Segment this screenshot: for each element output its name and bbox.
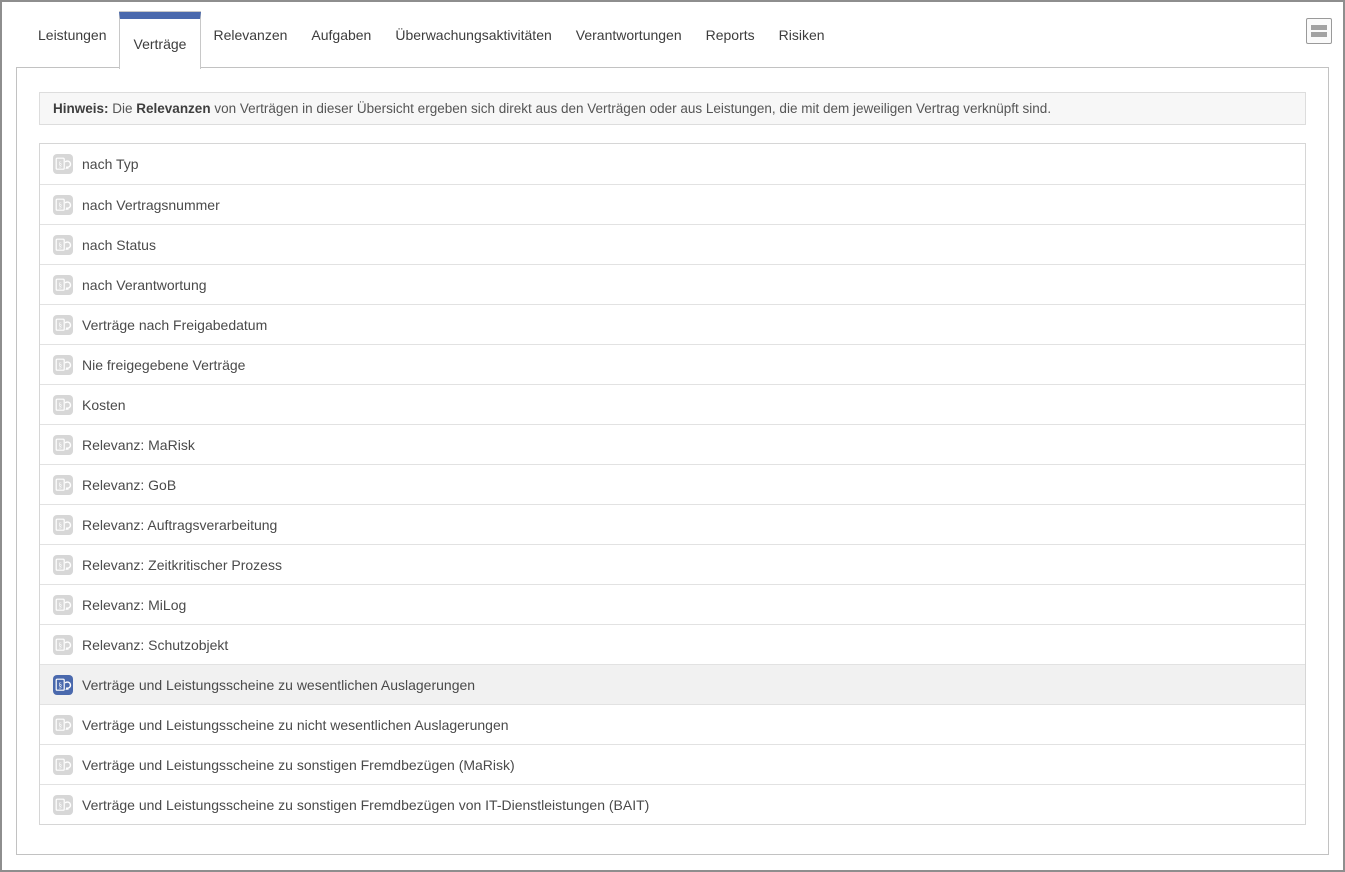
svg-text:§: § [58,640,62,649]
svg-text:§: § [58,800,62,809]
svg-text:§: § [58,200,62,209]
tab-reports[interactable]: Reports [694,2,767,68]
contract-report-icon: § [53,634,73,655]
svg-text:§: § [58,600,62,609]
svg-text:§: § [58,160,62,169]
svg-text:§: § [58,400,62,409]
contract-report-icon: § [53,234,73,255]
report-list-item[interactable]: § Verträge und Leistungsscheine zu sonst… [40,744,1305,784]
svg-text:§: § [58,560,62,569]
contract-report-icon: § [53,154,73,174]
report-label: Verträge und Leistungsscheine zu nicht w… [82,716,509,733]
tab-label: Verträge [133,36,187,52]
tab-risiken[interactable]: Risiken [767,2,837,68]
tab-label: Verantwortungen [575,27,682,43]
list-toggle-icon [1311,32,1327,37]
report-list-item[interactable]: § Verträge und Leistungsscheine zu nicht… [40,704,1305,744]
report-label: nach Typ [82,156,139,172]
report-list-item[interactable]: § nach Status [40,224,1305,264]
report-label: Relevanz: Schutzobjekt [82,636,229,653]
tab-strip: Leistungen Verträge Relevanzen Aufgaben Über… [26,2,837,69]
report-list-item[interactable]: § nach Vertragsnummer [40,184,1305,224]
contract-report-icon: § [53,594,73,615]
report-list-item[interactable]: § nach Typ [40,144,1305,184]
report-list-item[interactable]: § nach Verantwortung [40,264,1305,304]
contract-report-icon: § [53,194,73,215]
report-list-item[interactable]: § Verträge nach Freigabedatum [40,304,1305,344]
svg-text:§: § [58,520,62,529]
contract-report-icon: § [53,674,73,695]
tab-überwachungsaktivitäten[interactable]: Überwachungsaktivitäten [383,2,563,68]
svg-text:§: § [58,320,62,329]
tab-leistungen[interactable]: Leistungen [26,2,119,68]
report-label: Kosten [82,396,126,413]
svg-text:§: § [58,760,62,769]
report-label: Relevanz: Auftragsverarbeitung [82,516,278,533]
contract-report-icon: § [53,714,73,735]
tab-label: Relevanzen [213,27,288,43]
report-list-item[interactable]: § Relevanz: Auftragsverarbeitung [40,504,1305,544]
report-label: Relevanz: GoB [82,476,177,493]
contract-report-icon: § [53,554,73,575]
list-toggle-icon [1311,25,1327,30]
tab-verantwortungen[interactable]: Verantwortungen [564,2,694,68]
report-list-item[interactable]: § Nie freigegebene Verträge [40,344,1305,384]
report-label: Verträge und Leistungsscheine zu wesentl… [82,676,476,693]
report-list-item[interactable]: § Kosten [40,384,1305,424]
hint-text: Die [108,101,137,116]
tab-relevanzen[interactable]: Relevanzen [201,2,299,68]
report-list: § nach Typ § nach Vertragsnummer § nach … [39,143,1306,825]
tab-bar: Leistungen Verträge Relevanzen Aufgaben Über… [16,2,1332,69]
tab-aufgaben[interactable]: Aufgaben [299,2,383,68]
report-label: nach Vertragsnummer [82,196,220,213]
report-list-item[interactable]: § Relevanz: MaRisk [40,424,1305,464]
hint-text: Hinweis: [53,101,109,116]
report-list-item[interactable]: § Relevanz: Zeitkritischer Prozess [40,544,1305,584]
tab-label: Reports [705,27,755,43]
contract-report-icon: § [53,314,73,335]
report-label: Nie freigegebene Verträge [82,356,246,373]
report-label: Relevanz: Zeitkritischer Prozess [82,556,282,573]
report-list-item[interactable]: § Relevanz: Schutzobjekt [40,624,1305,664]
report-label: Verträge und Leistungsscheine zu sonstig… [82,796,650,813]
report-label: Verträge und Leistungsscheine zu sonstig… [82,756,515,773]
tab-label: Aufgaben [311,27,372,43]
contract-report-icon: § [53,754,73,775]
report-label: Relevanz: MaRisk [82,436,195,453]
contract-reports-page: Leistungen Verträge Relevanzen Aufgaben Über… [0,0,1345,872]
report-label: Relevanz: MiLog [82,596,187,613]
report-label: Verträge nach Freigabedatum [82,316,268,333]
report-list-item[interactable]: § Verträge und Leistungsscheine zu sonst… [40,784,1305,824]
report-list-item[interactable]: § Verträge und Leistungsscheine zu wesen… [40,664,1305,704]
svg-text:§: § [58,680,62,689]
contract-report-icon: § [53,354,73,375]
svg-text:§: § [58,480,62,489]
svg-text:§: § [58,280,62,289]
svg-text:§: § [58,240,62,249]
svg-text:§: § [58,440,62,449]
tab-verträge[interactable]: Verträge [118,12,202,69]
svg-text:§: § [58,360,62,369]
contract-report-icon: § [53,434,73,455]
report-list-item[interactable]: § Relevanz: MiLog [40,584,1305,624]
tab-label: Leistungen [38,27,107,43]
report-label: nach Status [82,236,156,253]
tab-label: Risiken [778,27,825,43]
contract-report-icon: § [53,794,73,815]
contract-report-icon: § [53,274,73,295]
contract-report-icon: § [53,394,73,415]
hint-box: Hinweis: Die Relevanzen von Verträgen in… [39,92,1306,125]
hint-text: Relevanzen [136,101,211,116]
contract-report-icon: § [53,474,73,495]
list-toggle-button[interactable] [1306,18,1332,44]
hint-text: von Verträgen in dieser Übersicht ergebe… [210,101,1052,116]
report-label: nach Verantwortung [82,276,207,293]
contract-report-icon: § [53,514,73,535]
content-panel: Hinweis: Die Relevanzen von Verträgen in… [16,67,1329,855]
svg-text:§: § [58,720,62,729]
report-list-item[interactable]: § Relevanz: GoB [40,464,1305,504]
tab-label: Überwachungsaktivitäten [395,27,552,43]
